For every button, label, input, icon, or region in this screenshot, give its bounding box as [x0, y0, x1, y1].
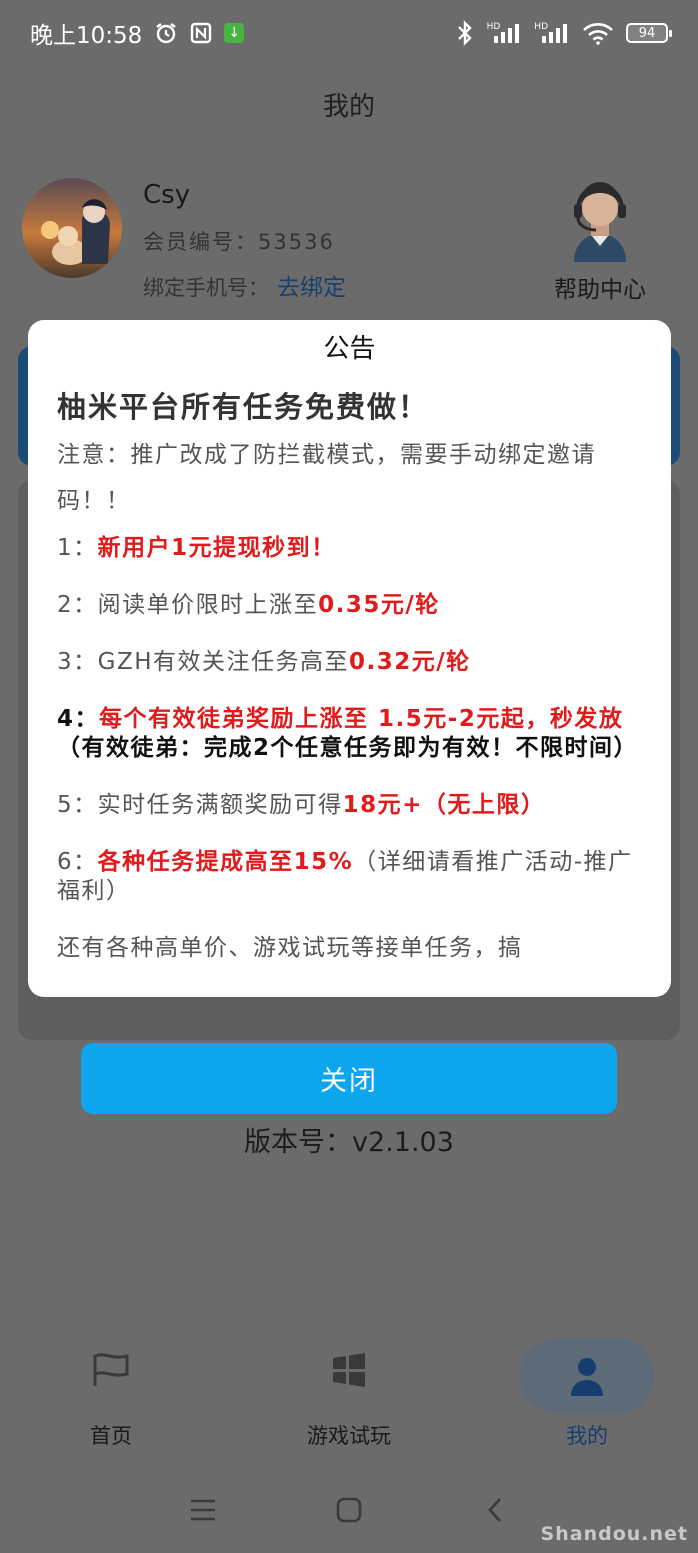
signal-icon-1: HD: [487, 22, 523, 44]
member-id-value: 53536: [258, 230, 335, 254]
avatar[interactable]: [22, 178, 122, 278]
close-button[interactable]: 关闭: [81, 1043, 617, 1114]
announcement-item-4: 4：每个有效徒弟奖励上涨至 1.5元-2元起，秒发放 （有效徒弟：完成2个任意任…: [57, 705, 641, 763]
tab-home[interactable]: 首页: [36, 1326, 186, 1450]
item-highlight: 0.32元/轮: [349, 649, 471, 675]
announcement-headline: 柚米平台所有任务免费做！: [57, 390, 430, 424]
item-highlight: 新用户1元提现秒到！: [97, 535, 336, 561]
announcement-item-3: 3：GZH有效关注任务高至0.32元/轮: [57, 648, 641, 677]
windows-icon: [274, 1326, 424, 1414]
announcement-item-5: 5：实时任务满额奖励可得18元+（无上限）: [57, 791, 641, 820]
item-highlight: 0.35元/轮: [318, 592, 440, 618]
announcement-dialog: 公告 柚米平台所有任务免费做！ 注意：推广改成了防拦截模式，需要手动绑定邀请码！…: [28, 320, 671, 997]
bottom-nav: 首页 游戏试玩 我的: [0, 1326, 698, 1466]
item-highlight: 各种任务提成高至15%: [97, 849, 354, 875]
user-icon: [520, 1338, 654, 1414]
announcement-item-1: 1：新用户1元提现秒到！: [57, 534, 641, 563]
bluetooth-icon: [455, 20, 475, 46]
dialog-content[interactable]: 柚米平台所有任务免费做！ 注意：推广改成了防拦截模式，需要手动绑定邀请码！！ 1…: [28, 372, 671, 982]
announcement-item-more: 还有各种高单价、游戏试玩等接单任务，搞: [57, 935, 523, 961]
home-square-icon[interactable]: [319, 1480, 379, 1540]
alarm-icon: [154, 21, 178, 45]
item-note: （有效徒弟：完成2个任意任务即为有效！不限时间）: [57, 735, 639, 761]
status-time: 晚上10:58: [30, 23, 143, 49]
help-center-button[interactable]: 帮助中心: [545, 170, 655, 304]
phone-row: 绑定手机号： 去绑定: [143, 268, 346, 302]
item-prefix: 6：: [57, 849, 98, 875]
announcement-notice: 注意：推广改成了防拦截模式，需要手动绑定邀请码！！: [57, 442, 596, 514]
item-highlight: 18元+（无上限）: [342, 792, 546, 818]
phone-label: 绑定手机号：: [143, 276, 269, 300]
battery-icon: 94: [626, 23, 672, 43]
member-id-label: 会员编号：: [143, 230, 258, 254]
page-title: 我的: [322, 92, 375, 122]
back-icon[interactable]: [465, 1480, 525, 1540]
watermark: Shandou.net: [540, 1523, 688, 1545]
tab-home-label: 首页: [90, 1424, 132, 1448]
item-prefix: 1：: [57, 535, 98, 561]
version-label: 版本号：v2.1.03: [244, 1127, 454, 1158]
item-highlight: 每个有效徒弟奖励上涨至 1.5元-2元起，秒发放: [99, 706, 624, 732]
menu-icon[interactable]: [173, 1480, 233, 1540]
download-icon: ↓: [224, 23, 245, 43]
tab-game-label: 游戏试玩: [307, 1424, 391, 1448]
signal-icon-2: HD: [534, 22, 570, 44]
tab-mine-label: 我的: [566, 1424, 608, 1448]
item-prefix: 5：实时任务满额奖励可得: [57, 792, 343, 818]
member-id-row: 会员编号：53536: [143, 226, 335, 256]
customer-service-icon: [560, 182, 640, 266]
help-center-label: 帮助中心: [554, 277, 646, 303]
item-prefix: 4：: [57, 706, 100, 732]
nfc-icon: [190, 22, 212, 44]
dialog-title: 公告: [323, 334, 376, 364]
tab-game-trial[interactable]: 游戏试玩: [274, 1326, 424, 1450]
item-prefix: 3：GZH有效关注任务高至: [57, 649, 350, 675]
wifi-icon: [582, 21, 614, 45]
status-bar: 晚上10:58 ↓ HD HD 94: [0, 0, 698, 66]
announcement-item-2: 2：阅读单价限时上涨至0.35元/轮: [57, 591, 641, 620]
bind-phone-link[interactable]: 去绑定: [277, 275, 346, 301]
flag-icon: [36, 1326, 186, 1414]
profile-name: Csy: [143, 180, 191, 210]
announcement-item-6: 6：各种任务提成高至15%（详细请看推广活动-推广福利）: [57, 848, 641, 906]
item-prefix: 2：阅读单价限时上涨至: [57, 592, 319, 618]
tab-mine[interactable]: 我的: [512, 1326, 662, 1450]
